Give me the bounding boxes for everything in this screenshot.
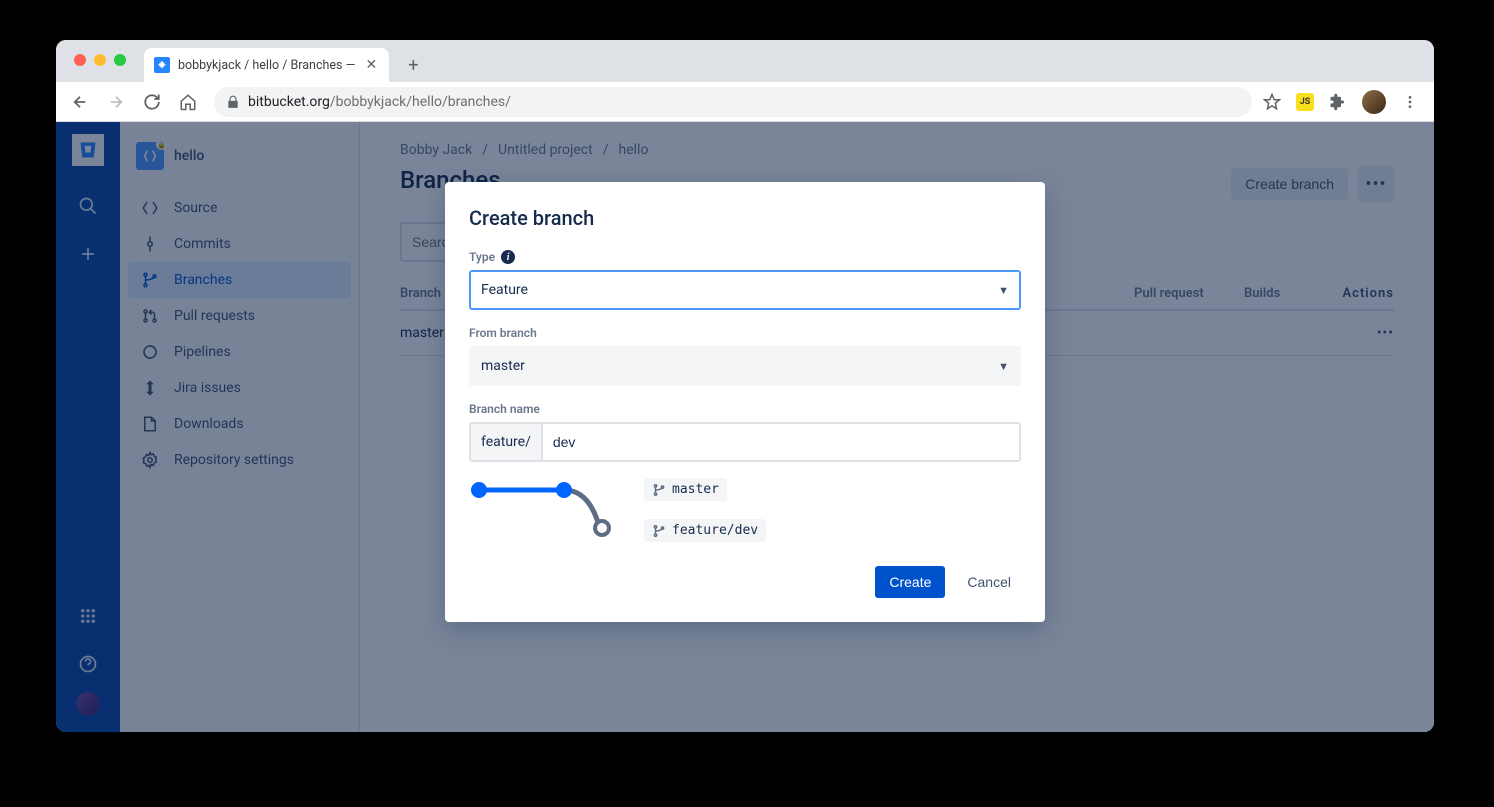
reload-button[interactable] (136, 86, 168, 118)
app-content: 🔒 hello Source Commits Branches (56, 122, 1434, 732)
chevron-down-icon: ▼ (998, 360, 1009, 373)
extensions-icon[interactable] (1328, 92, 1348, 112)
info-icon[interactable]: i (501, 250, 515, 264)
chevron-down-icon: ▼ (998, 284, 1009, 297)
tab-title: bobbykjack / hello / Branches — (178, 58, 355, 73)
extension-icons: JS (1262, 90, 1426, 114)
url-field[interactable]: bitbucket.org/bobbykjack/hello/branches/ (214, 87, 1252, 117)
from-branch-select[interactable]: master ▼ (469, 346, 1021, 386)
back-button[interactable] (64, 86, 96, 118)
profile-avatar[interactable] (1362, 90, 1386, 114)
type-select[interactable]: Feature ▼ (469, 270, 1021, 310)
create-branch-modal: Create branch Type i Feature ▼ From bran… (445, 182, 1045, 622)
js-extension-icon[interactable]: JS (1296, 93, 1314, 111)
target-branch-chip: feature/dev (644, 519, 766, 542)
forward-button[interactable] (100, 86, 132, 118)
browser-tab[interactable]: ◈ bobbykjack / hello / Branches — ✕ (144, 48, 389, 82)
window-controls (66, 40, 136, 66)
from-branch-label: From branch (469, 326, 1021, 340)
address-bar: bitbucket.org/bobbykjack/hello/branches/… (56, 82, 1434, 122)
modal-create-button[interactable]: Create (875, 566, 945, 598)
browser-menu-button[interactable] (1400, 92, 1420, 112)
branch-graph-icon (469, 478, 614, 538)
modal-overlay[interactable]: Create branch Type i Feature ▼ From bran… (56, 122, 1434, 732)
type-label: Type i (469, 250, 1021, 264)
bitbucket-favicon: ◈ (154, 57, 170, 73)
source-branch-chip: master (644, 478, 727, 501)
modal-title: Create branch (469, 206, 1021, 230)
modal-cancel-button[interactable]: Cancel (957, 566, 1021, 598)
branch-name-input[interactable] (541, 422, 1021, 462)
branch-diagram: master feature/dev (469, 478, 1021, 542)
from-branch-value: master (481, 358, 525, 374)
browser-window: ◈ bobbykjack / hello / Branches — ✕ + bi… (56, 40, 1434, 732)
branches-icon (652, 524, 666, 538)
star-icon[interactable] (1262, 92, 1282, 112)
tab-close-button[interactable]: ✕ (363, 57, 379, 73)
home-button[interactable] (172, 86, 204, 118)
tab-bar: ◈ bobbykjack / hello / Branches — ✕ + (56, 40, 1434, 82)
lock-icon (226, 95, 240, 109)
branch-name-prefix: feature/ (469, 422, 541, 462)
branches-icon (652, 483, 666, 497)
branch-name-label: Branch name (469, 402, 1021, 416)
maximize-window-button[interactable] (114, 54, 126, 66)
url-text: bitbucket.org/bobbykjack/hello/branches/ (248, 94, 511, 110)
new-tab-button[interactable]: + (399, 51, 427, 79)
type-value: Feature (481, 282, 528, 298)
close-window-button[interactable] (74, 54, 86, 66)
minimize-window-button[interactable] (94, 54, 106, 66)
